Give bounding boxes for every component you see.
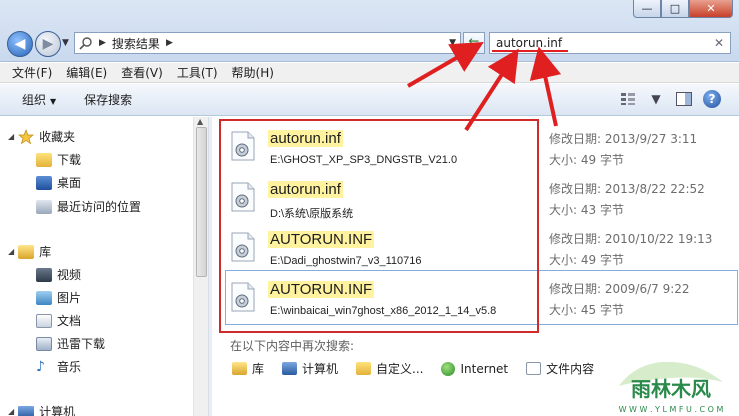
watermark-logo: 雨林木风 W W W . Y L M F U . C O M <box>605 356 737 416</box>
annotation-arrows <box>406 41 562 132</box>
watermark-url: W W W . Y L M F U . C O M <box>619 405 724 414</box>
watermark-text: 雨林木风 <box>631 377 711 401</box>
